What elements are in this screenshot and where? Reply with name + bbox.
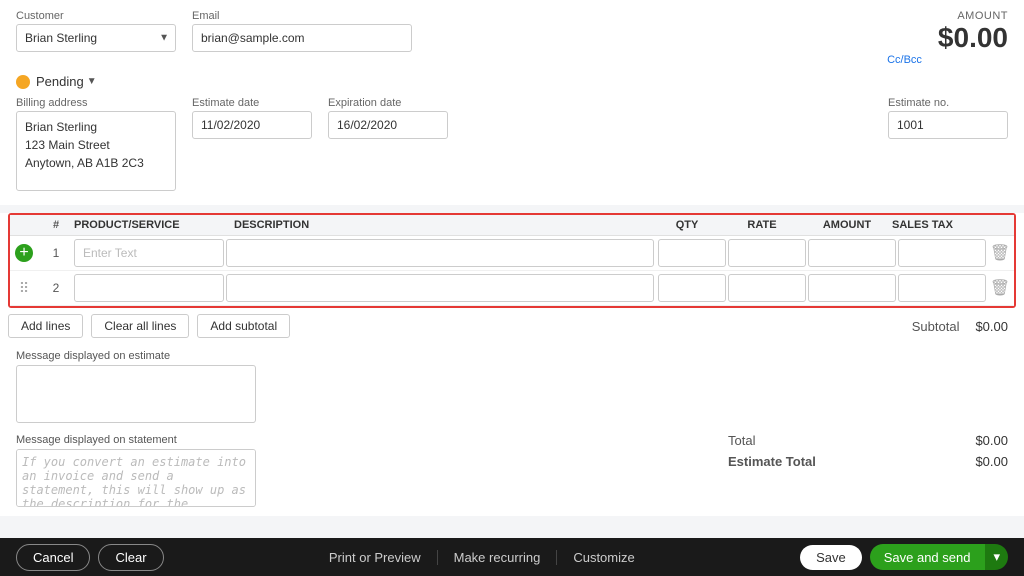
email-group: Email Cc/Bcc: [192, 10, 922, 66]
amount-block: AMOUNT $0.00: [938, 10, 1008, 54]
customer-select[interactable]: Brian Sterling: [16, 24, 176, 52]
product-service-input-1[interactable]: [74, 239, 224, 267]
email-input[interactable]: [192, 24, 412, 52]
table-actions: Add lines Clear all lines Add subtotal S…: [0, 308, 1024, 344]
col-desc-header: DESCRIPTION: [234, 219, 652, 231]
expiration-date-group: Expiration date: [328, 97, 448, 191]
line-items-table: # PRODUCT/SERVICE DESCRIPTION QTY RATE A…: [8, 213, 1016, 308]
add-lines-button[interactable]: Add lines: [8, 314, 83, 338]
col-qty-header: QTY: [652, 219, 722, 231]
amount-input-2[interactable]: [808, 274, 896, 302]
delete-row-2-button[interactable]: 🗑: [986, 278, 1014, 298]
total-value: $0.00: [948, 433, 1008, 448]
save-and-send-button[interactable]: Save and send: [870, 544, 985, 570]
footer-right: Save Save and send ▾: [800, 544, 1008, 570]
subtotal-label: Subtotal: [912, 319, 960, 334]
customer-group: Customer Brian Sterling ▼: [16, 10, 176, 52]
clear-all-lines-button[interactable]: Clear all lines: [91, 314, 189, 338]
col-amount-header: AMOUNT: [802, 219, 892, 231]
status-button[interactable]: Pending ▼: [36, 74, 97, 89]
qty-input-1[interactable]: [658, 239, 726, 267]
col-product-header: PRODUCT/SERVICE: [74, 219, 234, 231]
totals-area: Total $0.00 Estimate Total $0.00: [728, 350, 1008, 510]
status-label: Pending: [36, 74, 84, 89]
add-row-icon[interactable]: +: [15, 244, 33, 262]
total-row: Total $0.00: [728, 430, 1008, 451]
statement-message-label: Message displayed on statement: [16, 434, 712, 446]
expiration-date-label: Expiration date: [328, 97, 448, 109]
col-num-header: #: [38, 219, 74, 231]
status-dot-icon: [16, 75, 30, 89]
page-wrapper: Customer Brian Sterling ▼ Email Cc/Bcc A…: [0, 0, 1024, 576]
salestax-input-1[interactable]: [898, 239, 986, 267]
billing-section: Billing address Brian Sterling123 Main S…: [16, 97, 1008, 191]
customer-select-wrapper: Brian Sterling ▼: [16, 24, 176, 52]
status-row: Pending ▼: [16, 74, 1008, 89]
estimate-date-input[interactable]: [192, 111, 312, 139]
drag-handle[interactable]: ⠿: [10, 280, 38, 297]
expiration-date-input[interactable]: [328, 111, 448, 139]
top-row: Customer Brian Sterling ▼ Email Cc/Bcc A…: [16, 10, 1008, 66]
estimate-total-row: Estimate Total $0.00: [728, 451, 1008, 472]
statement-message-textarea[interactable]: If you convert an estimate into an invoi…: [16, 449, 256, 507]
amount-value: $0.00: [938, 22, 1008, 54]
estimate-no-input[interactable]: [888, 111, 1008, 139]
bottom-area: Message displayed on estimate Message di…: [0, 344, 1024, 516]
amount-input-1[interactable]: [808, 239, 896, 267]
footer: Cancel Clear Print or Preview Make recur…: [0, 538, 1024, 576]
amount-label: AMOUNT: [938, 10, 1008, 22]
table-header: # PRODUCT/SERVICE DESCRIPTION QTY RATE A…: [10, 215, 1014, 236]
rate-input-1[interactable]: [728, 239, 806, 267]
billing-address-text: Brian Sterling123 Main StreetAnytown, AB…: [25, 120, 144, 170]
add-row-button[interactable]: +: [10, 244, 38, 262]
billing-address-box: Brian Sterling123 Main StreetAnytown, AB…: [16, 111, 176, 191]
col-salestax-header: SALES TAX: [892, 219, 982, 231]
subtotal-value: $0.00: [975, 319, 1008, 334]
make-recurring-link[interactable]: Make recurring: [438, 550, 558, 565]
estimate-message-textarea[interactable]: [16, 365, 256, 423]
col-rate-header: RATE: [722, 219, 802, 231]
estimate-no-group: Estimate no.: [888, 97, 1008, 191]
table-area: # PRODUCT/SERVICE DESCRIPTION QTY RATE A…: [0, 213, 1024, 344]
clear-button[interactable]: Clear: [98, 544, 163, 571]
estimate-total-label: Estimate Total: [728, 454, 816, 469]
form-area: Customer Brian Sterling ▼ Email Cc/Bcc A…: [0, 0, 1024, 205]
email-label: Email: [192, 10, 922, 22]
estimate-date-group: Estimate date: [192, 97, 312, 191]
messages-area: Message displayed on estimate Message di…: [16, 350, 712, 510]
save-button[interactable]: Save: [800, 545, 862, 570]
billing-address-group: Billing address Brian Sterling123 Main S…: [16, 97, 176, 191]
row-num-1: 1: [38, 246, 74, 260]
billing-label: Billing address: [16, 97, 176, 109]
product-service-input-2[interactable]: [74, 274, 224, 302]
estimate-no-label: Estimate no.: [888, 97, 1008, 109]
salestax-input-2[interactable]: [898, 274, 986, 302]
qty-input-2[interactable]: [658, 274, 726, 302]
rate-input-2[interactable]: [728, 274, 806, 302]
estimate-total-value: $0.00: [948, 454, 1008, 469]
status-arrow-icon: ▼: [87, 76, 97, 87]
customer-label: Customer: [16, 10, 176, 22]
footer-center: Print or Preview Make recurring Customiz…: [164, 550, 801, 565]
delete-row-1-button[interactable]: 🗑: [986, 243, 1014, 263]
total-label: Total: [728, 433, 755, 448]
table-row: + 1 🗑: [10, 236, 1014, 271]
customize-link[interactable]: Customize: [557, 550, 650, 565]
print-preview-link[interactable]: Print or Preview: [313, 550, 438, 565]
description-input-2[interactable]: [226, 274, 654, 302]
row-num-2: 2: [38, 281, 74, 295]
table-row: ⠿ 2 🗑: [10, 271, 1014, 306]
estimate-date-label: Estimate date: [192, 97, 312, 109]
save-send-group: Save and send ▾: [870, 544, 1008, 570]
save-send-more-button[interactable]: ▾: [984, 544, 1008, 570]
add-subtotal-button[interactable]: Add subtotal: [197, 314, 290, 338]
description-input-1[interactable]: [226, 239, 654, 267]
cc-bcc-link[interactable]: Cc/Bcc: [192, 54, 922, 66]
cancel-button[interactable]: Cancel: [16, 544, 90, 571]
footer-left: Cancel Clear: [16, 544, 164, 571]
estimate-message-label: Message displayed on estimate: [16, 350, 712, 362]
